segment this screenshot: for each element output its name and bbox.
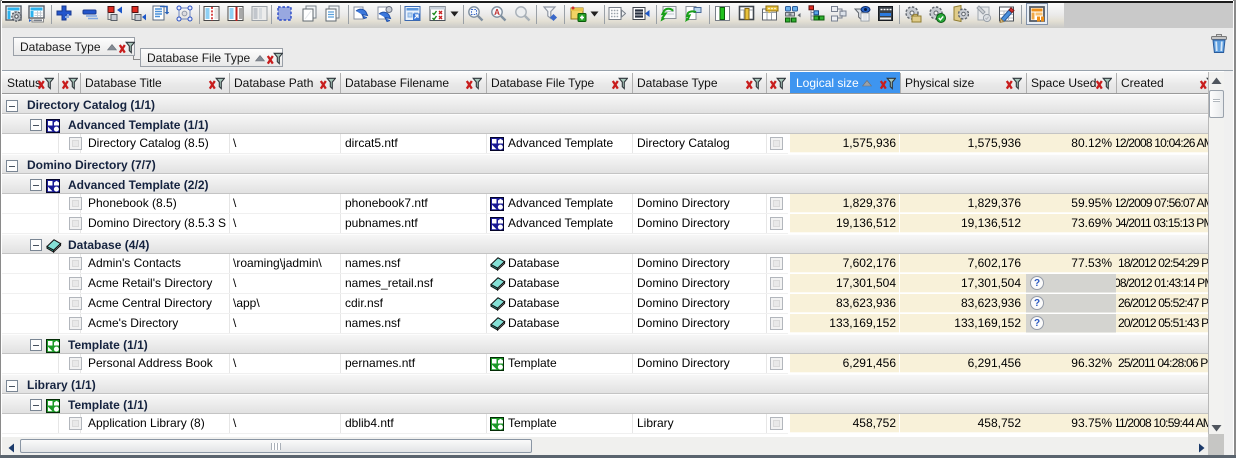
svg-text:A: A	[494, 8, 500, 17]
